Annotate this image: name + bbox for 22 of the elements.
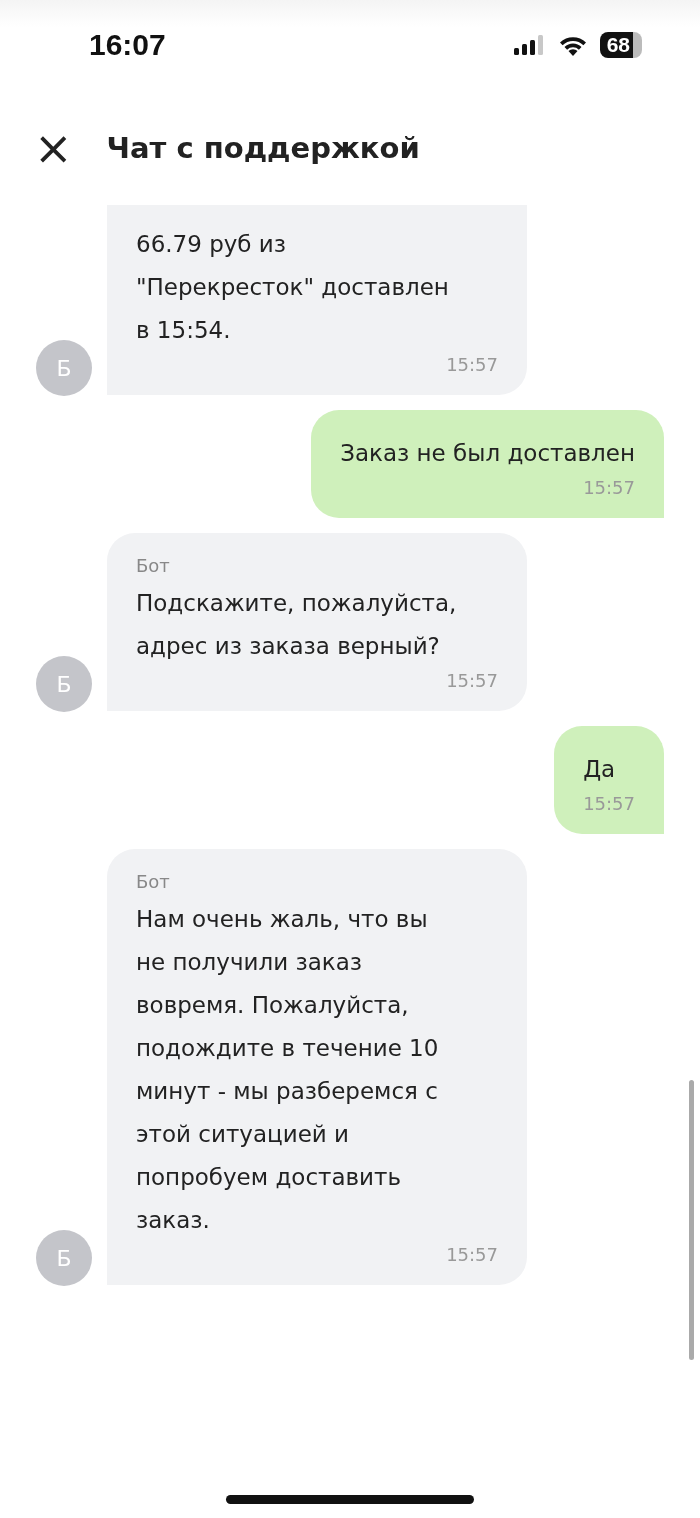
signal-icon [513, 35, 546, 55]
message-text: Нам очень жаль, что вы не получили заказ вовремя. Пожалуйста, подождите в течение 10 минут - мы разберемся с этой ситуацией и попробуем доставить заказ. [136, 905, 440, 1235]
sender-name: Бот [136, 871, 171, 892]
close-button[interactable]: × [34, 124, 73, 171]
wifi-icon [557, 34, 588, 56]
bot-avatar: Б [36, 340, 92, 396]
message-time: 15:57 [446, 1244, 498, 1265]
message-time: 15:57 [446, 670, 498, 691]
message-time: 15:57 [446, 354, 498, 375]
message-text: Заказ не был доставлен [340, 439, 635, 468]
message-text: 66.79 руб из "Перекресток" доставлен в 15:54. [136, 230, 450, 345]
chat-title: Чат с поддержкой [106, 130, 420, 165]
status-time: 16:07 [89, 28, 166, 62]
battery-icon: 68 [599, 32, 642, 58]
message-time: 15:57 [583, 477, 635, 498]
message-time: 15:57 [583, 793, 635, 814]
sender-name: Бот [136, 555, 171, 576]
message-text: Подскажите, пожалуйста, адрес из заказа верный? [136, 589, 458, 661]
bot-avatar: Б [36, 1230, 92, 1286]
message-text: Да [583, 755, 617, 784]
scrollbar[interactable] [689, 1080, 694, 1360]
bot-avatar: Б [36, 656, 92, 712]
